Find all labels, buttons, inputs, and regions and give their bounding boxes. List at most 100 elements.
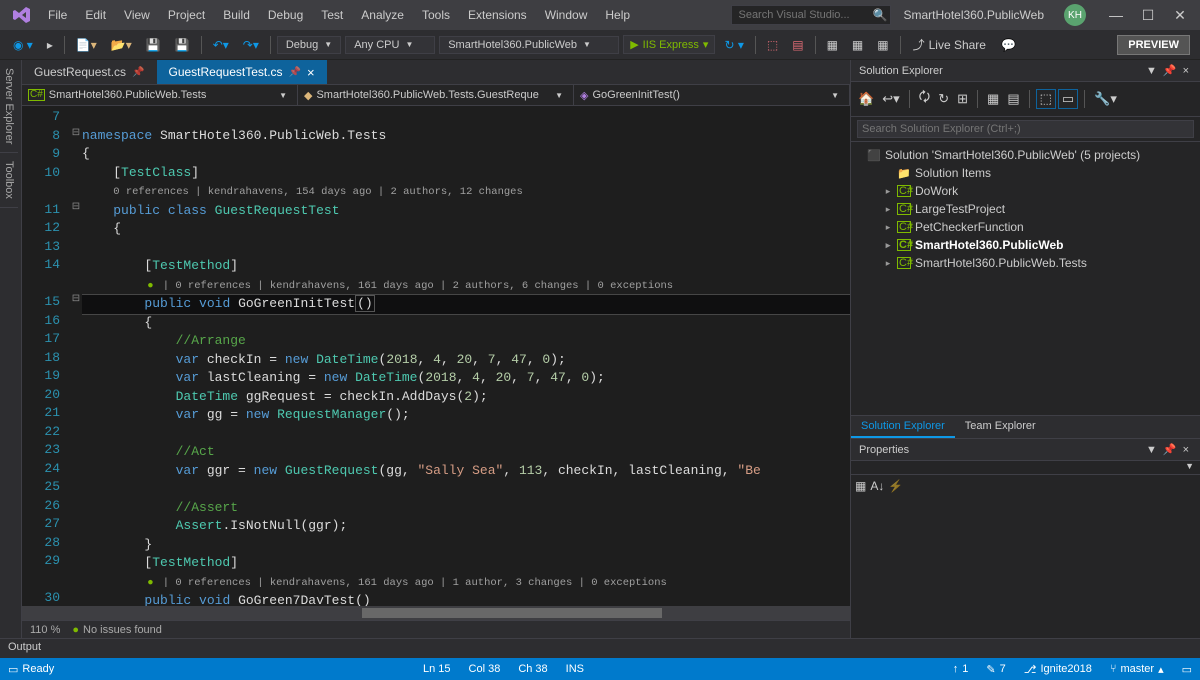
nav-back-button[interactable]: ◉ ▾ (7, 35, 39, 55)
solution-item[interactable]: ▸C#SmartHotel360.PublicWeb (853, 236, 1198, 254)
feedback-icon[interactable]: 💬 (995, 35, 1022, 55)
solution-explorer-tab[interactable]: Solution Explorer (851, 416, 955, 438)
step3-icon[interactable]: ▦ (871, 35, 894, 55)
menu-file[interactable]: File (40, 4, 75, 26)
menu-extensions[interactable]: Extensions (460, 4, 535, 26)
dropdown-icon[interactable]: ▼ (1143, 444, 1160, 456)
liveshare-button[interactable]: ⤴ Live Share (913, 36, 986, 53)
configuration-select[interactable]: Debug▼ (277, 36, 341, 54)
solution-tree[interactable]: ⬛Solution 'SmartHotel360.PublicWeb' (5 p… (851, 142, 1200, 415)
editor-area: GuestRequest.cs📌 GuestRequestTest.cs📌× C… (22, 60, 850, 638)
maximize-button[interactable]: ☐ (1138, 5, 1158, 25)
menu-build[interactable]: Build (215, 4, 258, 26)
events-icon[interactable]: ⚡ (888, 479, 903, 493)
nav-namespace[interactable]: ◆SmartHotel360.PublicWeb.Tests.GuestRequ… (298, 85, 574, 105)
scope-icon[interactable]: ▭ (1058, 89, 1078, 109)
right-panel-tabs: Solution Explorer Team Explorer (851, 415, 1200, 438)
solution-toolbar: 🏠 ↩▾ 🗘 ↻ ⊞ ▦ ▤ ⬚ ▭ 🔧▾ (851, 82, 1200, 117)
main-toolbar: ◉ ▾ ▸ 📄▾ 📂▾ 💾 💾 ↶▾ ↷▾ Debug▼ Any CPU▼ Sm… (0, 30, 1200, 60)
back-icon[interactable]: ↩▾ (879, 89, 902, 109)
run-button[interactable]: ▶ IIS Express ▾ (623, 35, 715, 54)
solution-explorer-title: Solution Explorer ▼ 📌 × (851, 60, 1200, 82)
toolbox-tab[interactable]: Toolbox (0, 153, 18, 208)
new-project-button[interactable]: 📄▾ (70, 35, 103, 55)
dropdown-icon[interactable]: ▼ (1143, 65, 1160, 77)
menu-window[interactable]: Window (537, 4, 596, 26)
home-icon[interactable]: 🏠 (855, 89, 877, 109)
categorize-icon[interactable]: ▦ (855, 479, 866, 493)
open-button[interactable]: 📂▾ (105, 35, 138, 55)
close-tab-icon[interactable]: × (307, 65, 315, 80)
browser-link-icon[interactable]: ⬚ (761, 35, 784, 55)
right-panel: Solution Explorer ▼ 📌 × 🏠 ↩▾ 🗘 ↻ ⊞ ▦ ▤ ⬚… (850, 60, 1200, 638)
team-explorer-tab[interactable]: Team Explorer (955, 416, 1046, 438)
extension-icon[interactable]: ▤ (786, 35, 809, 55)
menu-debug[interactable]: Debug (260, 4, 311, 26)
user-avatar[interactable]: KH (1064, 4, 1086, 26)
status-notif-icon[interactable]: ▭ (1182, 663, 1192, 676)
solution-search-input[interactable] (857, 120, 1194, 138)
titlebar: FileEditViewProjectBuildDebugTestAnalyze… (0, 0, 1200, 30)
close-panel-icon[interactable]: × (1180, 444, 1192, 456)
save-all-button[interactable]: 💾 (169, 35, 196, 55)
status-repo[interactable]: ⎇ Ignite2018 (1024, 663, 1092, 676)
tab-guestrequesttest[interactable]: GuestRequestTest.cs📌× (157, 60, 327, 84)
close-button[interactable]: ✕ (1170, 5, 1190, 25)
startup-select[interactable]: SmartHotel360.PublicWeb▼ (439, 36, 619, 54)
alpha-icon[interactable]: A↓ (870, 479, 884, 493)
nav-project[interactable]: C#SmartHotel360.PublicWeb.Tests▼ (22, 85, 298, 105)
menu-view[interactable]: View (116, 4, 158, 26)
code-editor[interactable]: 78910 11121314 1516171819202122232425262… (22, 106, 850, 606)
pin-icon[interactable]: 📌 (1160, 443, 1180, 456)
main-menu: FileEditViewProjectBuildDebugTestAnalyze… (40, 4, 638, 26)
menu-test[interactable]: Test (313, 4, 351, 26)
collapse-icon[interactable]: ⊞ (954, 89, 971, 109)
menu-edit[interactable]: Edit (77, 4, 114, 26)
pin-icon[interactable]: 📌 (1160, 64, 1180, 77)
solution-item[interactable]: 📁Solution Items (853, 164, 1198, 182)
wrench-icon[interactable]: 🔧▾ (1091, 89, 1120, 109)
fold-gutter[interactable]: ⊟ ⊟ ⊟ (70, 106, 82, 606)
solution-root[interactable]: ⬛Solution 'SmartHotel360.PublicWeb' (5 p… (853, 146, 1198, 164)
status-line: Ln 15 (423, 663, 451, 675)
minimize-button[interactable]: — (1106, 5, 1126, 25)
output-panel[interactable]: Output (0, 638, 1200, 658)
status-ins: INS (566, 663, 584, 675)
status-pending[interactable]: ✎ 7 (986, 663, 1005, 676)
status-branch[interactable]: ⑂ master ▴ (1110, 663, 1164, 676)
properties-icon[interactable]: ▤ (1004, 89, 1022, 109)
showall-icon[interactable]: ▦ (984, 89, 1002, 109)
step-icon[interactable]: ▦ (821, 35, 844, 55)
horizontal-scrollbar[interactable] (22, 606, 850, 620)
save-button[interactable]: 💾 (140, 35, 167, 55)
step2-icon[interactable]: ▦ (846, 35, 869, 55)
menu-tools[interactable]: Tools (414, 4, 458, 26)
undo-button[interactable]: ↶▾ (207, 35, 235, 55)
solution-item[interactable]: ▸C#LargeTestProject (853, 200, 1198, 218)
menu-help[interactable]: Help (597, 4, 638, 26)
refresh-button[interactable]: ↻ ▾ (718, 35, 749, 55)
sync-icon[interactable]: 🗘 (916, 86, 934, 112)
global-search[interactable]: 🔍 (731, 5, 891, 25)
menu-analyze[interactable]: Analyze (353, 4, 412, 26)
refresh-icon[interactable]: ↻ (935, 89, 952, 109)
tab-guestrequest[interactable]: GuestRequest.cs📌 (22, 60, 157, 84)
solution-search[interactable] (851, 117, 1200, 142)
pin-icon[interactable]: 📌 (289, 67, 301, 78)
nav-method[interactable]: ◈GoGreenInitTest()▼ (574, 85, 850, 105)
navigation-bar: C#SmartHotel360.PublicWeb.Tests▼ ◆SmartH… (22, 84, 850, 106)
solution-item[interactable]: ▸C#SmartHotel360.PublicWeb.Tests (853, 254, 1198, 272)
close-panel-icon[interactable]: × (1180, 65, 1192, 77)
solution-item[interactable]: ▸C#PetCheckerFunction (853, 218, 1198, 236)
server-explorer-tab[interactable]: Server Explorer (0, 60, 18, 153)
nav-fwd-button[interactable]: ▸ (41, 35, 59, 55)
search-input[interactable] (738, 9, 868, 21)
zoom-level[interactable]: 110 % (30, 624, 60, 636)
pin-icon[interactable]: 📌 (132, 67, 144, 78)
preview-icon[interactable]: ⬚ (1036, 89, 1056, 109)
redo-button[interactable]: ↷▾ (237, 35, 265, 55)
status-push[interactable]: ↑ 1 (953, 663, 969, 675)
platform-select[interactable]: Any CPU▼ (345, 36, 435, 54)
solution-item[interactable]: ▸C#DoWork (853, 182, 1198, 200)
menu-project[interactable]: Project (160, 4, 213, 26)
